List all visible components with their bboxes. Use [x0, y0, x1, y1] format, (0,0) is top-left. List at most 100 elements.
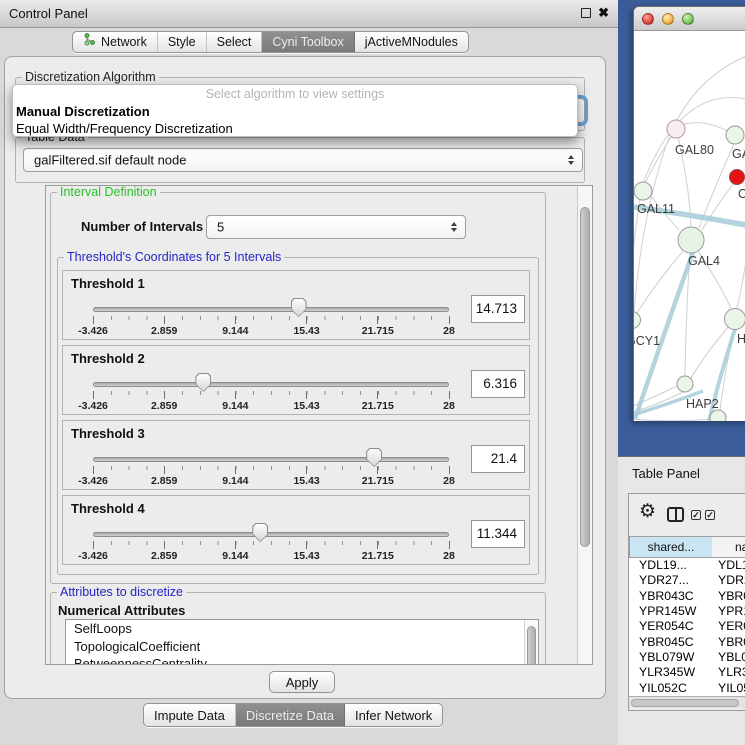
- table-row[interactable]: YBR043CYBR043C: [629, 589, 745, 604]
- slider-tick-label: -3.426: [61, 325, 125, 337]
- node-selected-red[interactable]: [730, 170, 745, 185]
- group-title: Interval Definition: [57, 185, 160, 199]
- slider-tick-label: 15.43: [275, 400, 339, 412]
- slider-major-tick: [93, 466, 94, 474]
- node-gal-partial[interactable]: [726, 126, 744, 144]
- cyni-toolbox-panel: Discretization Algorithm Table Data galF…: [4, 56, 606, 699]
- tab-label: Cyni Toolbox: [272, 32, 343, 53]
- scrollbar-thumb[interactable]: [580, 207, 590, 547]
- tab-cyni-toolbox[interactable]: Cyni Toolbox: [262, 32, 354, 52]
- table-panel: Table Panel ⚙ ✓ ✓ shared... name YDL19..…: [618, 456, 745, 745]
- cell-name: YPR145W: [718, 604, 745, 619]
- popup-item[interactable]: Manual Discretization: [16, 104, 150, 119]
- node-gal80[interactable]: [667, 120, 685, 138]
- num-intervals-spinner[interactable]: 5: [206, 215, 466, 239]
- slider-tick-label: 2.859: [132, 475, 196, 487]
- slider-major-tick: [449, 466, 450, 474]
- apply-button[interactable]: Apply: [269, 671, 335, 693]
- network-canvas[interactable]: GAL80 GA C GAL11 GAL4 GCY1 H HAP2: [634, 31, 745, 421]
- slider-major-tick: [93, 391, 94, 399]
- table-row[interactable]: YDL19...YDL19: [629, 558, 745, 573]
- node-hap2[interactable]: [677, 376, 693, 392]
- slider-tick-label: 28: [417, 550, 481, 562]
- threshold-slider-track[interactable]: [93, 307, 449, 312]
- minimize-traffic-icon[interactable]: [662, 13, 674, 25]
- popup-item[interactable]: Equal Width/Frequency Discretization: [16, 121, 233, 136]
- table-row[interactable]: YIL052CYIL052C: [629, 681, 745, 696]
- attribute-list-item[interactable]: SelfLoops: [66, 620, 538, 638]
- table-hscrollbar[interactable]: [629, 696, 745, 708]
- node-h[interactable]: [725, 309, 745, 330]
- slider-tick-label: 21.715: [346, 400, 410, 412]
- slider-tick-label: -3.426: [61, 550, 125, 562]
- node-bottom[interactable]: [710, 410, 726, 421]
- threshold-slider-thumb[interactable]: [291, 298, 307, 317]
- threshold-slider-thumb[interactable]: [252, 523, 268, 542]
- slider-major-tick: [164, 316, 165, 324]
- tab-label: Select: [217, 32, 252, 53]
- tab-network[interactable]: Network: [73, 32, 158, 52]
- checkbox-icon[interactable]: ✓: [691, 510, 701, 520]
- close-traffic-icon[interactable]: [642, 13, 654, 25]
- slider-tick-label: 28: [417, 475, 481, 487]
- table-header: shared... name: [629, 536, 745, 558]
- tab-select[interactable]: Select: [207, 32, 263, 52]
- threshold-value-field[interactable]: 14.713: [471, 295, 525, 323]
- zoom-traffic-icon[interactable]: [682, 13, 694, 25]
- cell-shared-name: YBL079W: [639, 650, 694, 665]
- attributes-scrollbar[interactable]: [524, 620, 538, 665]
- tab-jactivemnodules[interactable]: jActiveMNodules: [355, 32, 468, 52]
- tab-style[interactable]: Style: [158, 32, 207, 52]
- checkbox-icon[interactable]: ✓: [705, 510, 715, 520]
- threshold-slider-thumb[interactable]: [195, 373, 211, 392]
- threshold-value-field[interactable]: 21.4: [471, 445, 525, 473]
- tab-infer-network[interactable]: Infer Network: [345, 704, 442, 726]
- threshold-slider-track[interactable]: [93, 457, 449, 462]
- threshold-slider-track[interactable]: [93, 382, 449, 387]
- table-row[interactable]: YBL079WYBL079W: [629, 650, 745, 665]
- node-table-frame: ⚙ ✓ ✓ shared... name YDL19...YDL19YDR27.…: [628, 493, 745, 711]
- attributes-listbox: SelfLoopsTopologicalCoefficientBetweenne…: [65, 619, 539, 665]
- table-row[interactable]: YPR145WYPR145W: [629, 604, 745, 619]
- scrollbar-thumb[interactable]: [631, 699, 739, 707]
- node-gal11[interactable]: [634, 182, 652, 200]
- threshold-value-field[interactable]: 6.316: [471, 370, 525, 398]
- slider-major-tick: [377, 541, 378, 549]
- tab-impute-data[interactable]: Impute Data: [144, 704, 236, 726]
- tab-label: Discretize Data: [246, 704, 334, 727]
- slider-major-tick: [164, 541, 165, 549]
- column-header-name[interactable]: name: [712, 536, 745, 558]
- table-data-combobox[interactable]: galFiltered.sif default node: [23, 148, 583, 172]
- close-icon[interactable]: ✖: [598, 5, 609, 21]
- attribute-list-item[interactable]: BetweennessCentrality: [66, 655, 538, 665]
- slider-tick-label: 2.859: [132, 550, 196, 562]
- network-view-window[interactable]: GAL80 GA C GAL11 GAL4 GCY1 H HAP2: [633, 6, 745, 421]
- table-row[interactable]: YBR045CYBR045C: [629, 635, 745, 650]
- slider-tick-label: 9.144: [203, 550, 267, 562]
- scrollbar-thumb[interactable]: [527, 626, 536, 665]
- slider-major-tick: [449, 391, 450, 399]
- threshold-value-field[interactable]: 11.344: [471, 520, 525, 548]
- attribute-list-item[interactable]: TopologicalCoefficient: [66, 638, 538, 656]
- cell-name: YIL052C: [718, 681, 745, 696]
- network-window-titlebar[interactable]: [634, 7, 745, 31]
- network-graph: GAL80 GA C GAL11 GAL4 GCY1 H HAP2: [634, 31, 745, 421]
- pane-scrollbar[interactable]: [577, 186, 592, 664]
- split-columns-icon[interactable]: [667, 507, 684, 522]
- column-header-shared-name[interactable]: shared...: [629, 536, 713, 558]
- node-gcy1[interactable]: [634, 312, 641, 329]
- slider-tick-label: 28: [417, 325, 481, 337]
- node-gal4[interactable]: [678, 227, 704, 253]
- tab-discretize-data[interactable]: Discretize Data: [236, 704, 345, 726]
- threshold-slider-thumb[interactable]: [366, 448, 382, 467]
- gear-icon[interactable]: ⚙: [639, 502, 656, 521]
- interval-definition-group: Interval Definition Number of Intervals …: [50, 192, 546, 584]
- table-row[interactable]: YLR345WYLR345W: [629, 665, 745, 680]
- float-window-icon[interactable]: [581, 8, 591, 18]
- table-row[interactable]: YDR27...YDR27: [629, 573, 745, 588]
- slider-tick-label: 2.859: [132, 325, 196, 337]
- threshold-slider-track[interactable]: [93, 532, 449, 537]
- cell-name: YDL19: [718, 558, 745, 573]
- cell-shared-name: YBR045C: [639, 635, 694, 650]
- table-row[interactable]: YER054CYER054C: [629, 619, 745, 634]
